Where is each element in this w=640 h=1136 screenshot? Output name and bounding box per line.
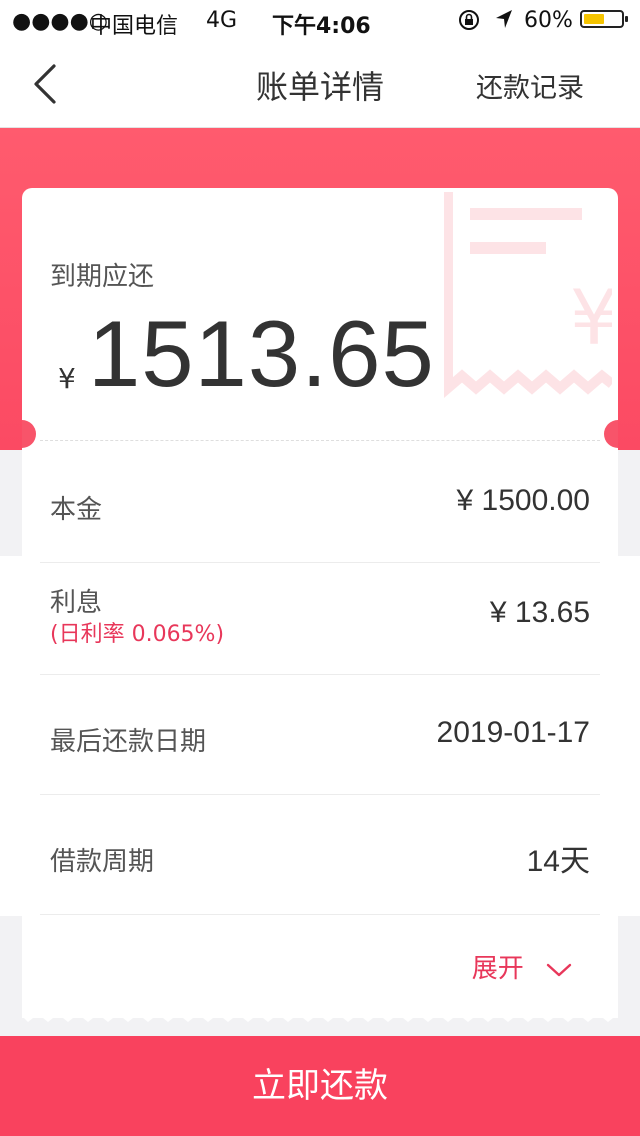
chevron-down-icon [546,955,572,985]
dashed-divider [40,440,600,441]
expand-label: 展开 [471,954,524,984]
card-zigzag-edge [22,1008,618,1022]
status-bar: ●●●●○ 中国电信 4G 下午4:06 60% [0,0,640,40]
principal-value: ¥ 1500.00 [456,484,590,517]
repayment-record-link[interactable]: 还款记录 [476,66,584,105]
pay-now-button[interactable]: 立即还款 [0,1036,640,1136]
currency-symbol: ¥ [58,362,76,395]
receipt-icon: ¥ [444,192,612,399]
card-notch-left [22,420,36,448]
daily-rate-note: (日利率 0.065%) [50,622,225,647]
navigation-bar: 账单详情 还款记录 [0,40,640,128]
due-amount-label: 到期应还 [50,262,155,292]
detail-row-principal: 本金 ¥ 1500.00 [40,442,600,563]
due-amount-value: 1513.65 [88,301,435,406]
location-arrow-icon [494,8,514,36]
detail-row-interest: 利息 (日利率 0.065%) ¥ 13.65 [40,554,600,675]
rotation-lock-icon [458,9,480,37]
loan-term-value: 14天 [526,845,590,878]
network-type: 4G [206,8,238,33]
detail-row-due-date: 最后还款日期 2019-01-17 [40,674,600,795]
battery-percent: 60% [524,8,573,33]
battery-icon [580,10,628,28]
interest-value: ¥ 13.65 [489,596,590,629]
svg-text:¥: ¥ [570,273,612,362]
detail-row-loan-term: 借款周期 14天 [40,794,600,915]
principal-label: 本金 [50,495,103,525]
carrier-name: 中国电信 [90,14,179,39]
interest-label: 利息 [50,588,103,618]
due-date-label: 最后还款日期 [50,727,207,757]
status-time: 下午4:06 [272,14,371,39]
loan-term-label: 借款周期 [50,847,155,877]
card-notch-right [604,420,618,448]
due-date-value: 2019-01-17 [436,716,590,749]
battery-fill [584,14,604,24]
expand-button[interactable]: 展开 [472,948,572,985]
bill-card: ¥ 到期应还 ¥ 1513.65 本金 ¥ 1500.00 利息 (日利率 0.… [22,188,618,1018]
